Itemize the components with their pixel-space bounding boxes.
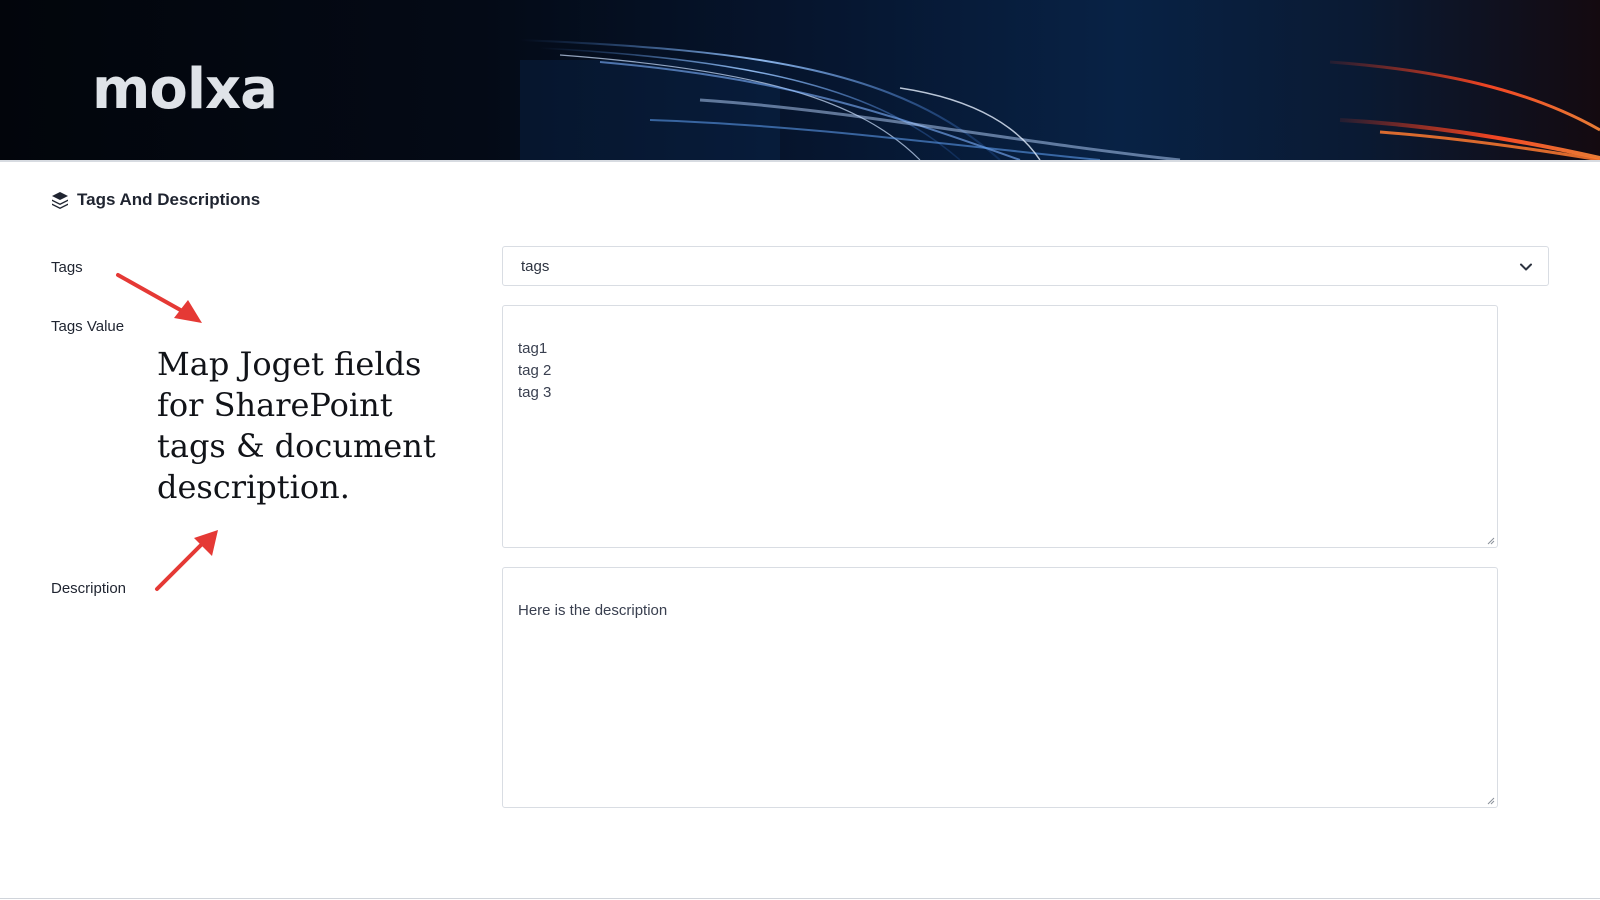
tags-value-text: tag1 tag 2 tag 3	[518, 340, 552, 401]
description-text: Here is the description	[518, 602, 668, 619]
annotation-callout: Map Joget fields for SharePoint tags & d…	[157, 345, 436, 506]
tags-value-textarea[interactable]: tag1 tag 2 tag 3	[502, 305, 1498, 548]
description-textarea[interactable]: Here is the description	[502, 567, 1498, 808]
layers-stack-icon	[52, 192, 68, 209]
arrow-up-right-icon	[155, 530, 218, 591]
footer-divider	[0, 898, 1600, 899]
arrow-down-right-icon	[116, 273, 202, 323]
tags-label: Tags	[51, 259, 83, 276]
section-header: Tags And Descriptions	[51, 190, 260, 210]
header-banner: molxa	[0, 0, 1600, 160]
tags-select-value: tags	[521, 257, 550, 275]
page: molxa Tags And Descriptions Tags Tags Va…	[0, 0, 1600, 900]
section-title: Tags And Descriptions	[77, 190, 261, 209]
banner-divider	[0, 160, 1600, 162]
tags-select[interactable]: tags	[502, 246, 1549, 286]
resize-handle-icon[interactable]	[1485, 795, 1495, 805]
molxa-logo: molxa	[92, 57, 278, 122]
resize-handle-icon[interactable]	[1485, 535, 1495, 545]
description-label: Description	[51, 580, 127, 597]
chevron-down-icon	[1520, 263, 1532, 271]
